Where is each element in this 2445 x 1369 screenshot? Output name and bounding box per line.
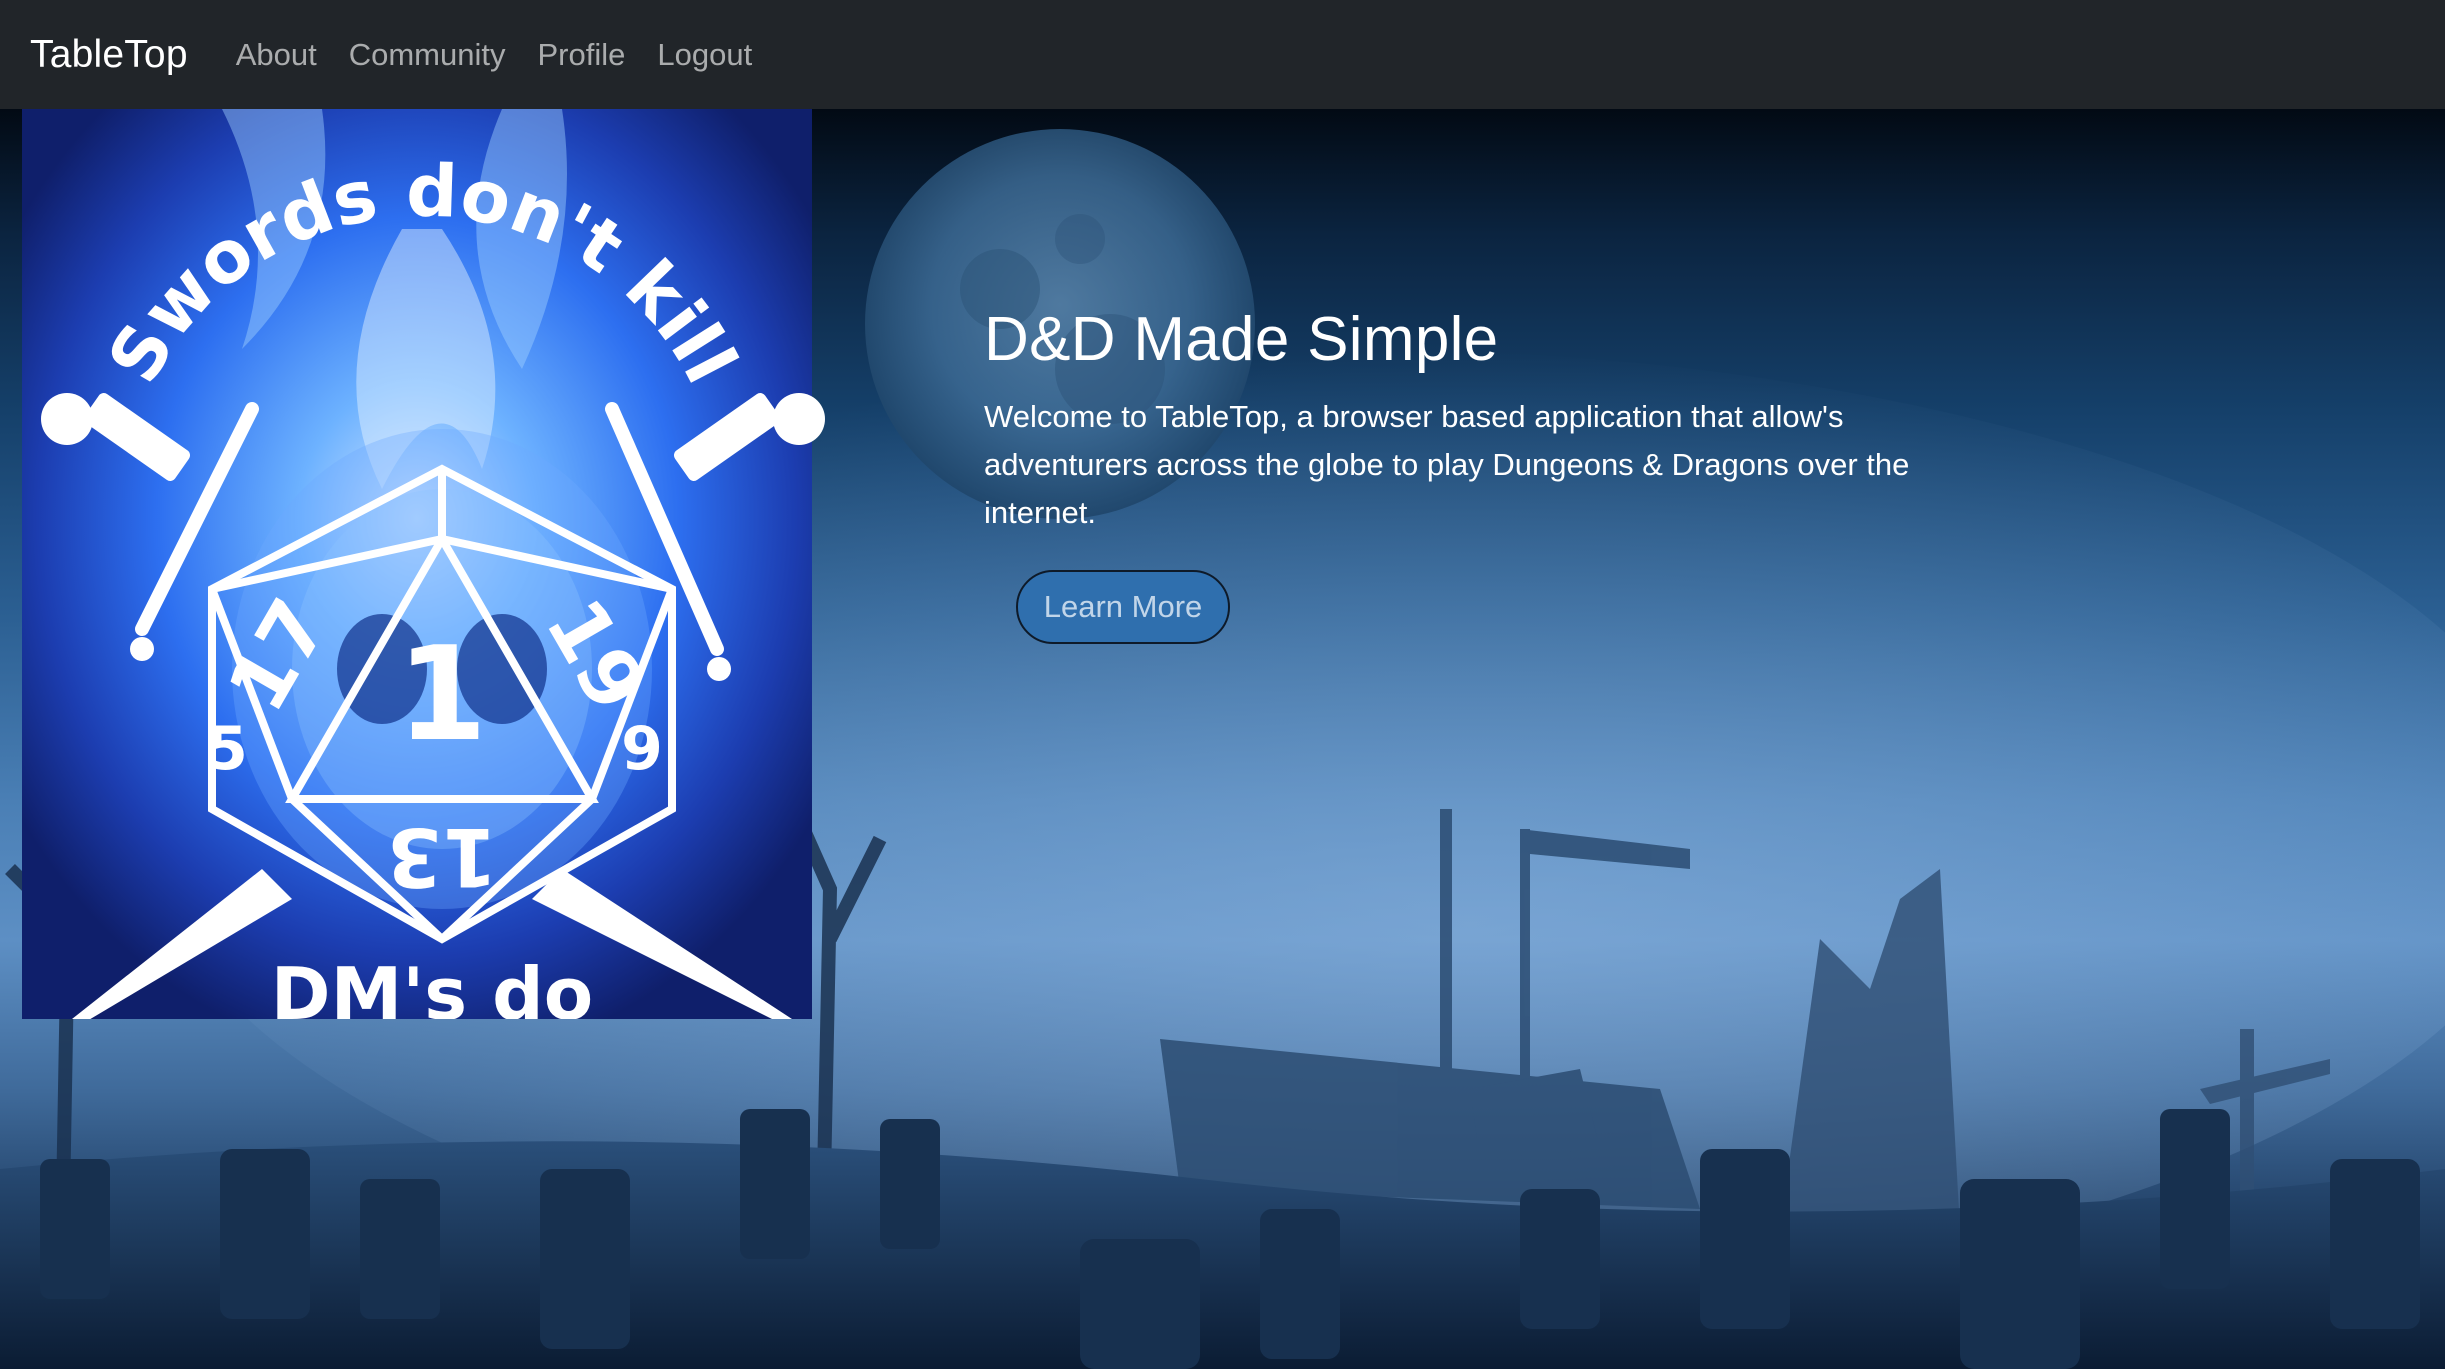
learn-more-button[interactable]: Learn More: [1016, 570, 1230, 644]
page: TableTop About Community Profile Logout: [0, 0, 2445, 1369]
nav-link-about[interactable]: About: [220, 37, 333, 73]
nav-link-logout[interactable]: Logout: [641, 37, 768, 73]
svg-text:9: 9: [621, 714, 663, 784]
top-navbar: TableTop About Community Profile Logout: [0, 0, 2445, 109]
brand-link[interactable]: TableTop: [30, 33, 188, 77]
nav-links: About Community Profile Logout: [220, 37, 768, 73]
hero-section: 1 19 17 13 5 9 Swords don't kill DM's do…: [0, 109, 2445, 1369]
svg-text:1: 1: [397, 618, 487, 770]
hero-description: Welcome to TableTop, a browser based app…: [984, 399, 1910, 530]
logo-emblem: 1 19 17 13 5 9 Swords don't kill DM's do: [22, 109, 825, 1019]
svg-text:5: 5: [206, 714, 248, 784]
nav-link-profile[interactable]: Profile: [522, 37, 642, 73]
svg-text:13: 13: [386, 810, 497, 903]
logo-tagline-bottom: DM's do: [271, 952, 593, 1019]
nav-link-community[interactable]: Community: [333, 37, 522, 73]
hero-title: D&D Made Simple: [984, 305, 1499, 374]
